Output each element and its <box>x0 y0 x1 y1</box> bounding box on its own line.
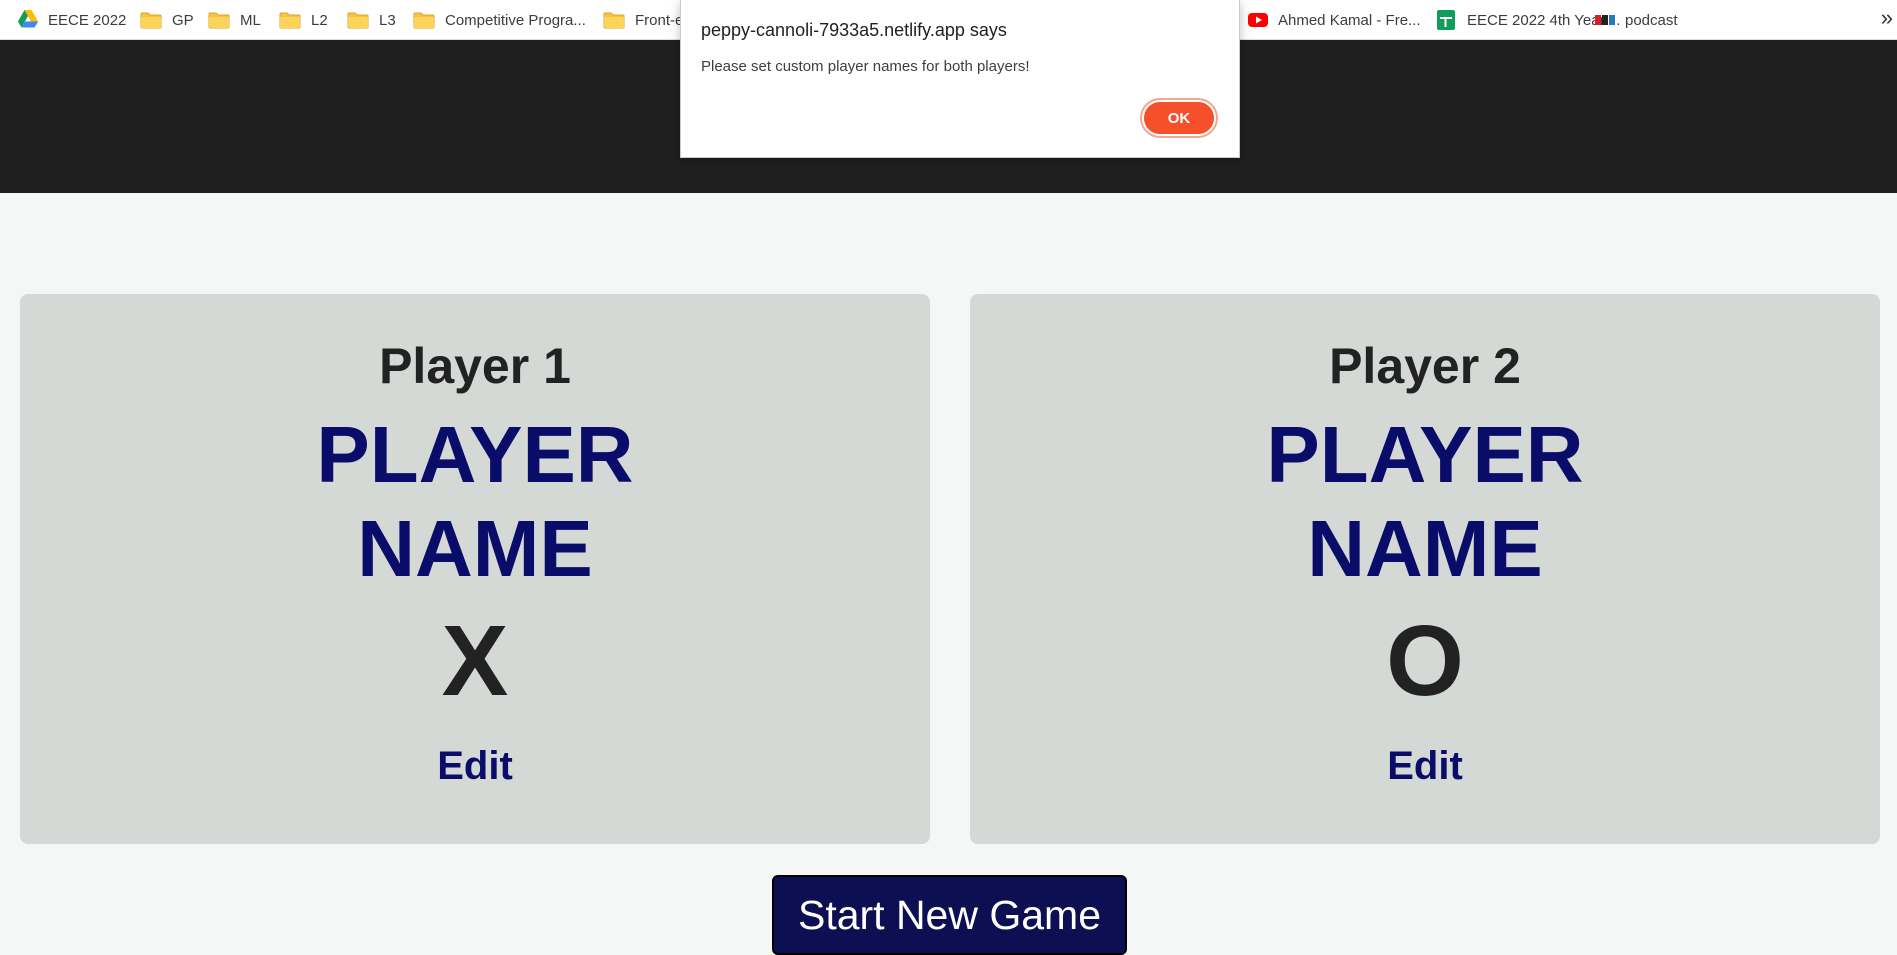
folder-icon <box>208 12 230 29</box>
bookmark-front-end[interactable]: Front-e <box>603 0 683 40</box>
bookmark-l3[interactable]: L3 <box>347 0 396 40</box>
bookmark-eece-2022-4th-year[interactable]: EECE 2022 4th Year.... <box>1437 0 1620 40</box>
folder-icon <box>140 12 162 29</box>
google-drive-icon <box>18 10 38 30</box>
player-name: PLAYER NAME <box>20 408 930 596</box>
bookmark-label: podcast <box>1625 11 1678 29</box>
bookmark-label: EECE 2022 <box>48 11 127 29</box>
bookmarks-overflow-button[interactable]: » <box>1881 0 1893 40</box>
youtube-icon <box>1248 10 1268 30</box>
player-name-line-1: PLAYER <box>316 410 634 499</box>
bookmark-label: Competitive Progra... <box>445 11 586 29</box>
google-sheets-icon <box>1437 10 1457 30</box>
alert-message: Please set custom player names for both … <box>701 58 1030 75</box>
bookmark-label: L2 <box>311 11 328 29</box>
bookmark-label: Front-e <box>635 11 684 29</box>
player-name-line-2: NAME <box>1307 504 1543 593</box>
bookmark-label: GP <box>172 11 194 29</box>
folder-icon <box>603 12 625 29</box>
player-heading: Player 2 <box>1329 338 1521 394</box>
folder-icon <box>279 12 301 29</box>
bookmark-competitive-programming[interactable]: Competitive Progra... <box>413 0 586 40</box>
bookmark-label: L3 <box>379 11 396 29</box>
player-card-1: Player 1 PLAYER NAME X Edit <box>20 294 930 844</box>
bookmark-eece-2022[interactable]: EECE 2022 <box>18 0 126 40</box>
player-card-2: Player 2 PLAYER NAME O Edit <box>970 294 1880 844</box>
player-name-line-2: NAME <box>357 504 593 593</box>
start-new-game-button[interactable]: Start New Game <box>772 875 1127 955</box>
edit-player-2-button[interactable]: Edit <box>1381 742 1469 790</box>
folder-icon <box>347 12 369 29</box>
alert-title: peppy-cannoli-7933a5.netlify.app says <box>701 20 1007 40</box>
bookmark-ml[interactable]: ML <box>208 0 261 40</box>
player-heading: Player 1 <box>379 338 571 394</box>
folder-icon <box>413 12 435 29</box>
player-name-line-1: PLAYER <box>1266 410 1584 499</box>
edit-player-1-button[interactable]: Edit <box>431 742 519 790</box>
alert-dialog: peppy-cannoli-7933a5.netlify.app says Pl… <box>680 0 1240 158</box>
bookmark-podcast[interactable]: podcast <box>1595 0 1678 40</box>
player-name: PLAYER NAME <box>970 408 1880 596</box>
npr-icon <box>1595 10 1615 30</box>
bookmark-gp[interactable]: GP <box>140 0 194 40</box>
player-symbol: X <box>441 605 509 717</box>
bookmark-l2[interactable]: L2 <box>279 0 328 40</box>
bookmark-label: ML <box>240 11 261 29</box>
alert-ok-button[interactable]: OK <box>1142 100 1216 136</box>
bookmark-label: Ahmed Kamal - Fre... <box>1278 11 1421 29</box>
bookmark-ahmed-kamal[interactable]: Ahmed Kamal - Fre... <box>1248 0 1421 40</box>
player-symbol: O <box>1386 605 1464 717</box>
